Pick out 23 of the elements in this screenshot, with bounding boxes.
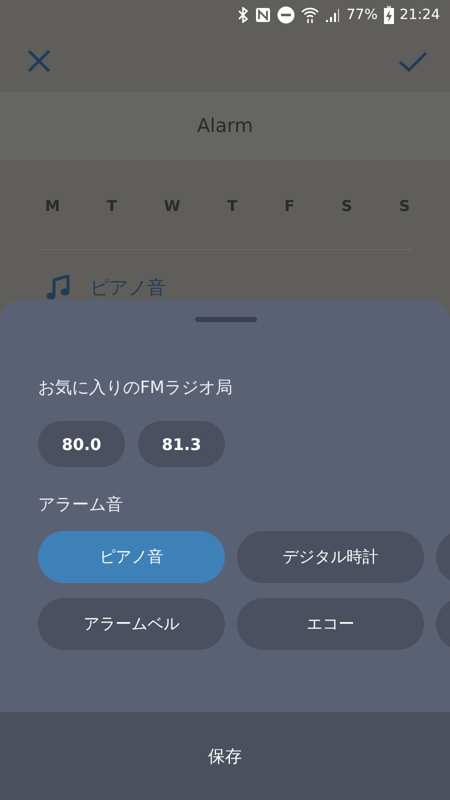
battery-percent: 77% [346, 7, 378, 23]
confirm-button[interactable] [398, 50, 428, 72]
alarm-title: Alarm [197, 115, 253, 137]
do-not-disturb-icon [276, 6, 295, 24]
sound-option[interactable]: エコー [237, 598, 424, 650]
signal-icon [324, 7, 341, 23]
close-button[interactable] [26, 48, 52, 74]
sound-option[interactable]: アラームベル [38, 598, 225, 650]
wifi-icon [300, 6, 319, 24]
nfc-icon [254, 7, 271, 23]
clock: 21:24 [400, 7, 440, 23]
save-button[interactable]: 保存 [0, 712, 450, 800]
tone-label: ピアノ音 [90, 276, 166, 301]
drag-handle[interactable] [195, 317, 257, 322]
sound-option[interactable]: デジタル時計 [237, 531, 424, 583]
station-chip[interactable]: 81.3 [138, 421, 225, 467]
music-note-icon [46, 275, 70, 301]
bluetooth-icon [236, 7, 249, 23]
sound-option[interactable]: ピアノ音 [38, 531, 225, 583]
station-chip[interactable]: 80.0 [38, 421, 125, 467]
section-label: アラーム音 [38, 494, 124, 516]
section-label: お気に入りのFMラジオ局 [38, 377, 234, 399]
battery-charging-icon [384, 6, 394, 24]
